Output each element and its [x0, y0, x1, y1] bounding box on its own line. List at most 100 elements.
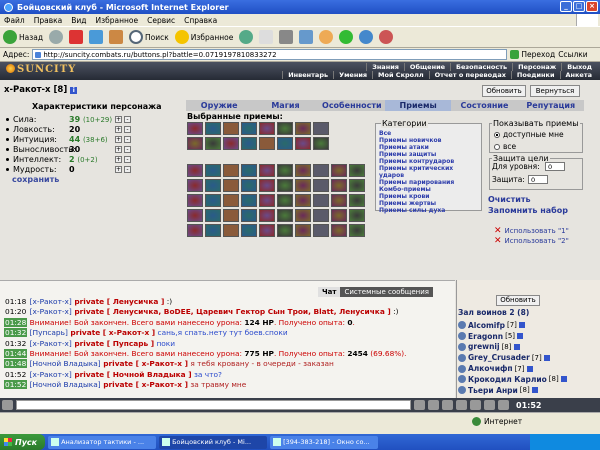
- move-slot-icon[interactable]: [187, 194, 203, 207]
- info-icon[interactable]: [526, 365, 533, 372]
- print-button[interactable]: [279, 30, 294, 44]
- nav-transfer-report[interactable]: Отчет о переводах: [428, 71, 511, 79]
- minus-icon[interactable]: -: [124, 145, 131, 153]
- info-icon[interactable]: [560, 376, 567, 383]
- move-slot-icon[interactable]: [259, 122, 275, 135]
- user-row[interactable]: Eragonn [5]: [458, 331, 598, 342]
- category-link[interactable]: Приемы жертвы: [379, 200, 478, 207]
- delete-x-icon[interactable]: ✕: [494, 226, 502, 236]
- level-select[interactable]: 0: [545, 162, 565, 171]
- minimize-icon[interactable]: _: [560, 1, 572, 12]
- chat-segment[interactable]: private [ x-Ракот-x ]: [68, 328, 155, 337]
- tab-4[interactable]: Состояние: [451, 100, 517, 111]
- move-slot-icon[interactable]: [259, 194, 275, 207]
- tab-5[interactable]: Репутация: [518, 100, 584, 111]
- chat-segment[interactable]: [x-Ракот-x]: [30, 297, 72, 306]
- user-name[interactable]: Alcomifp: [468, 321, 505, 330]
- menu-edit[interactable]: Правка: [34, 16, 63, 25]
- site-logo[interactable]: SUNCITY: [6, 64, 76, 75]
- move-slot-icon[interactable]: [205, 194, 221, 207]
- move-slot-icon[interactable]: [277, 137, 293, 150]
- chat-input[interactable]: [16, 400, 411, 410]
- user-row[interactable]: Тьери Анри [8]: [458, 385, 598, 396]
- move-slot-icon[interactable]: [187, 122, 203, 135]
- move-slot-icon[interactable]: [223, 209, 239, 222]
- chat-segment[interactable]: [x-Ракот-x]: [30, 339, 72, 348]
- chat-segment[interactable]: private [ Ленусичка, BoDEE, Царевич Гект…: [72, 307, 390, 316]
- delete-x-icon[interactable]: ✕: [494, 236, 502, 246]
- user-row[interactable]: Алкочифп [7]: [458, 363, 598, 374]
- tab-system-messages[interactable]: Системные сообщения: [340, 287, 433, 297]
- move-slot-icon[interactable]: [223, 224, 239, 237]
- move-slot-icon[interactable]: [187, 137, 203, 150]
- info-icon[interactable]: [513, 343, 520, 350]
- close-icon[interactable]: ×: [586, 1, 598, 12]
- radio-all[interactable]: все: [494, 142, 582, 151]
- move-slot-icon[interactable]: [205, 209, 221, 222]
- category-link[interactable]: Приемы атаки: [379, 144, 478, 151]
- use-set-1-link[interactable]: ✕ Использовать "1": [494, 226, 569, 236]
- save-stats-link[interactable]: сохранить: [12, 175, 59, 184]
- chat-segment[interactable]: [Пупсарь]: [30, 328, 68, 337]
- move-slot-icon[interactable]: [259, 209, 275, 222]
- chat-segment[interactable]: private [ Пупсарь ]: [72, 339, 154, 348]
- clear-link[interactable]: Очистить: [488, 195, 531, 204]
- minus-icon[interactable]: -: [124, 115, 131, 123]
- tab-0[interactable]: Оружие: [186, 100, 252, 111]
- clear-chat-icon[interactable]: [442, 400, 453, 410]
- move-slot-icon[interactable]: [331, 224, 347, 237]
- move-slot-icon[interactable]: [331, 179, 347, 192]
- move-slot-icon[interactable]: [241, 179, 257, 192]
- move-slot-icon[interactable]: [205, 137, 221, 150]
- scroll-icon[interactable]: [498, 400, 509, 410]
- mail-button[interactable]: [259, 30, 274, 44]
- move-slot-icon[interactable]: [313, 164, 329, 177]
- messenger-button[interactable]: [359, 30, 374, 44]
- nav-character[interactable]: Персонаж: [512, 63, 561, 71]
- info-icon[interactable]: [543, 354, 550, 361]
- plus-icon[interactable]: +: [115, 125, 122, 133]
- nav-my-scroll[interactable]: Мой Скролл: [372, 71, 429, 79]
- move-slot-icon[interactable]: [295, 194, 311, 207]
- move-slot-icon[interactable]: [313, 137, 329, 150]
- move-slot-icon[interactable]: [223, 179, 239, 192]
- move-slot-icon[interactable]: [205, 224, 221, 237]
- move-slot-icon[interactable]: [313, 122, 329, 135]
- category-link[interactable]: Приемы защиты: [379, 151, 478, 158]
- move-slot-icon[interactable]: [295, 179, 311, 192]
- chat-segment[interactable]: [x-Ракот-x]: [30, 307, 72, 316]
- nav-communication[interactable]: Общение: [403, 63, 450, 71]
- research-button[interactable]: [379, 30, 394, 44]
- move-slot-icon[interactable]: [241, 194, 257, 207]
- return-button[interactable]: Вернуться: [530, 85, 580, 97]
- user-name[interactable]: Eragonn: [468, 332, 503, 341]
- send-icon[interactable]: [414, 400, 425, 410]
- go-button[interactable]: Переход: [510, 50, 555, 59]
- chat-segment[interactable]: [Ночной Владыка]: [30, 380, 101, 389]
- chat-segment[interactable]: private [ x-Ракот-x ]: [101, 380, 188, 389]
- save-set-link[interactable]: Запомнить набор: [488, 206, 568, 215]
- move-slot-icon[interactable]: [349, 209, 365, 222]
- menu-file[interactable]: Файл: [4, 16, 25, 25]
- menu-help[interactable]: Справка: [184, 16, 217, 25]
- smiles-icon[interactable]: [428, 400, 439, 410]
- minus-icon[interactable]: -: [124, 135, 131, 143]
- menu-tools[interactable]: Сервис: [147, 16, 175, 25]
- move-slot-icon[interactable]: [331, 164, 347, 177]
- character-name[interactable]: x-Ракот-x: [4, 85, 51, 95]
- plus-icon[interactable]: +: [115, 115, 122, 123]
- filter-icon[interactable]: [456, 400, 467, 410]
- move-slot-icon[interactable]: [277, 164, 293, 177]
- chat-segment[interactable]: [Ночной Владыка]: [30, 359, 101, 368]
- menu-view[interactable]: Вид: [71, 16, 86, 25]
- move-slot-icon[interactable]: [295, 122, 311, 135]
- move-slot-icon[interactable]: [241, 224, 257, 237]
- info-icon[interactable]: i: [70, 86, 78, 94]
- move-slot-icon[interactable]: [277, 224, 293, 237]
- move-slot-icon[interactable]: [259, 164, 275, 177]
- refresh-button[interactable]: [89, 30, 104, 44]
- move-slot-icon[interactable]: [331, 194, 347, 207]
- move-slot-icon[interactable]: [241, 209, 257, 222]
- move-slot-icon[interactable]: [295, 137, 311, 150]
- user-name[interactable]: Крокодил Карлио: [468, 375, 547, 384]
